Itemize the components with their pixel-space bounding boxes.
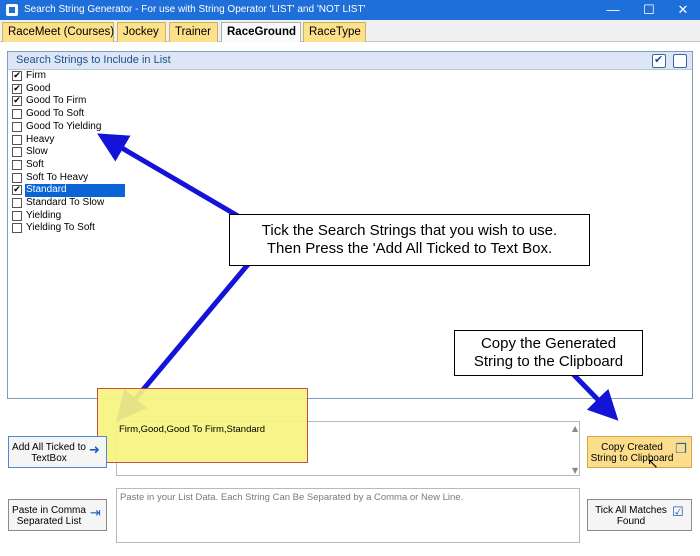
paste-comma-list-button[interactable]: Paste in Comma Separated List ⇥ [8,499,107,531]
add-button-line-1: Add All Ticked to [12,442,86,453]
checkbox-unchecked[interactable] [12,109,22,120]
tab-trainer[interactable]: Trainer [169,22,218,42]
instruction-line-1: Tick the Search Strings that you wish to… [261,222,558,239]
paste-button-line-2: Separated List [16,516,82,527]
tab-racemeet[interactable]: RaceMeet (Courses) [2,22,114,42]
checkbox-checked[interactable]: ✔ [12,96,22,107]
check-item[interactable]: ✔ Good [12,83,127,96]
check-item-label: Soft To Heavy [26,171,89,183]
check-item[interactable]: Good To Soft [12,108,127,121]
checkbox-checked[interactable]: ✔ [12,71,22,81]
tick-button-label: Tick All Matches Found [591,505,671,527]
copy-button-line-1: Copy Created [601,442,663,453]
tick-box-icon: ☑ [672,505,684,520]
copy-callout-line-1: Copy the Generated [480,335,617,352]
check-item-label: Heavy [26,133,55,145]
check-item-label: Good To Yielding [26,120,102,132]
mouse-pointer-icon: ↖ [647,456,659,472]
check-item[interactable]: ✔ Good To Firm [12,95,127,108]
check-item-label: Standard [25,184,125,197]
tab-jockey[interactable]: Jockey [117,22,166,42]
check-item[interactable]: Slow [12,146,127,159]
untick-all-icon[interactable] [673,54,687,68]
tab-raceground[interactable]: RaceGround [221,22,301,42]
check-item-label: Yielding [26,209,62,221]
checkbox-unchecked[interactable] [12,121,22,132]
maximize-button[interactable]: ☐ [632,0,666,20]
checkbox-checked[interactable]: ✔ [12,83,22,94]
paste-button-label: Paste in Comma Separated List [12,505,86,527]
checkbox-unchecked[interactable] [12,172,22,183]
tick-all-icon[interactable] [652,53,666,68]
check-item[interactable]: Yielding To Soft [12,222,127,235]
paste-icon: ⇥ [90,506,101,521]
check-item[interactable]: Heavy [12,134,127,147]
checkbox-unchecked[interactable] [12,134,22,145]
arrow-right-icon: ➜ [89,443,100,458]
tick-all-matches-button[interactable]: Tick All Matches Found ☑ [587,499,692,531]
check-item[interactable]: ✔ Firm [12,70,127,83]
title-bar: Search String Generator - For use with S… [0,0,700,20]
check-item-label: Good [26,82,51,94]
copy-button-line-2: String to Clipboard [590,453,674,464]
copy-button-label: Copy Created String to Clipboard [590,442,674,464]
check-item-label: Slow [26,146,48,158]
check-item[interactable]: Good To Yielding [12,121,127,134]
check-item-label: Firm [26,70,46,81]
checkbox-unchecked[interactable] [12,159,22,170]
checkbox-unchecked[interactable] [12,223,22,234]
generated-string-text: Firm,Good,Good To Firm,Standard [119,424,266,435]
group-header: Search Strings to Include in List [8,52,692,70]
tick-button-line-1: Tick All Matches [595,505,667,516]
scroll-down-icon[interactable]: ▼ [572,466,578,475]
instruction-line-2: Then Press the 'Add All Ticked to Text B… [266,240,553,257]
add-button-line-2: TextBox [31,453,67,464]
check-item[interactable]: Standard To Slow [12,197,127,210]
check-item-label: Soft [26,158,44,170]
copy-to-clipboard-button[interactable]: Copy Created String to Clipboard ❐ [587,436,692,468]
check-item[interactable]: Soft To Heavy [12,172,127,185]
checkbox-unchecked[interactable] [12,198,22,208]
window-title: Search String Generator - For use with S… [24,4,366,15]
checkbox-checked[interactable]: ✔ [12,185,22,196]
checkbox-unchecked[interactable] [12,147,22,158]
add-button-label: Add All Ticked to TextBox [12,442,86,464]
copy-callout: Copy the Generated String to the Clipboa… [454,330,643,376]
tick-button-line-2: Found [616,516,646,527]
group-title: Search Strings to Include in List [16,54,171,66]
tab-strip: RaceMeet (Courses) Jockey Trainer RaceGr… [0,20,700,42]
paste-list-input[interactable]: Paste in your List Data. Each String Can… [116,488,580,543]
check-item-label: Standard To Slow [26,197,105,208]
tab-racetype[interactable]: RaceType [303,22,366,42]
check-item[interactable]: Soft [12,159,127,172]
check-item[interactable]: Yielding [12,210,127,223]
copy-icon: ❐ [675,442,687,457]
app-icon [6,4,18,16]
check-item-label: Good To Soft [26,108,85,120]
checkbox-unchecked[interactable] [12,210,22,221]
close-button[interactable]: ✕ [666,0,700,20]
copy-callout-line-2: String to the Clipboard [473,353,624,370]
add-all-ticked-button[interactable]: Add All Ticked to TextBox ➜ [8,436,107,468]
paste-button-line-1: Paste in Comma [12,505,86,516]
scroll-up-icon[interactable]: ▲ [572,424,578,433]
check-item-label: Yielding To Soft [26,222,95,234]
instruction-callout: Tick the Search Strings that you wish to… [229,214,590,266]
minimize-button[interactable]: — [596,0,630,20]
check-item[interactable]: ✔ Standard [12,184,127,197]
check-item-label: Good To Firm [26,95,87,107]
